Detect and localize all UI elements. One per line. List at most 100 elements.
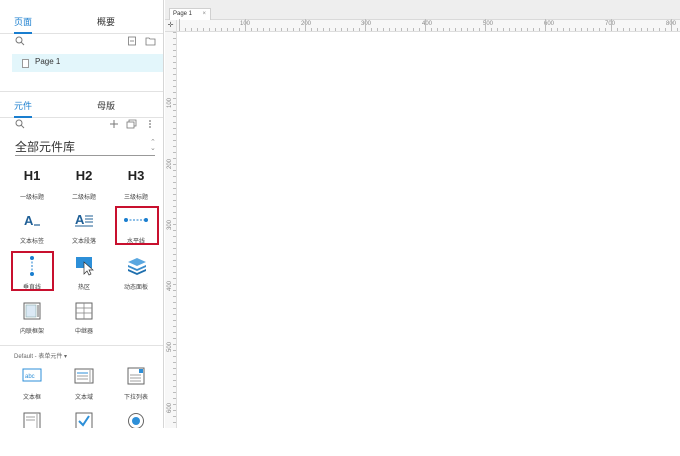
ruler-h-tick [647, 28, 648, 31]
ruler-v-tick [173, 398, 176, 399]
widget-heading-1[interactable]: H1 一级标题 [12, 166, 52, 206]
ruler-h-tick [317, 28, 318, 31]
widget-label: 中继器 [74, 329, 93, 335]
tab-page-1[interactable]: Page 1 × [169, 8, 211, 20]
widget-hotspot[interactable]: 热区 [64, 256, 104, 296]
ruler-v-tick [173, 302, 176, 303]
ruler-h-tick [299, 28, 300, 31]
widget-text-field[interactable]: abc 文本框 [12, 366, 52, 406]
ruler-v-tick [173, 176, 176, 177]
text-area-icon [74, 368, 94, 384]
ruler-h-tick [497, 28, 498, 31]
ruler-v-tick [173, 116, 176, 117]
ruler-v-tick [173, 374, 176, 375]
tab-masters[interactable]: 母版 [97, 96, 115, 118]
widget-label: 热区 [77, 285, 90, 291]
widget-checkbox[interactable] [64, 410, 104, 428]
ruler-h-tick [209, 28, 210, 31]
ruler-v-tick [173, 218, 176, 219]
ruler-v-tick [173, 110, 176, 111]
bottom-blank-area [0, 428, 680, 456]
ruler-h-tick [641, 28, 642, 31]
ruler-v-tick [173, 236, 176, 237]
ruler-v-tick [173, 68, 176, 69]
add-page-icon[interactable] [126, 36, 138, 48]
ruler-h-tick [635, 28, 636, 31]
ruler-h-tick [395, 28, 396, 31]
ruler-h-tick [677, 28, 678, 31]
vertical-ruler[interactable]: 100 200 300 400 500 600 [165, 32, 177, 428]
ruler-v-tick [173, 134, 176, 135]
text-paragraph-icon: A [75, 212, 93, 227]
search-icon[interactable] [14, 119, 26, 131]
hotspot-icon [76, 257, 94, 276]
ruler-v-tick [173, 206, 176, 207]
ruler-v-tick [173, 362, 176, 363]
ruler-h-tick [461, 28, 462, 31]
widget-text-area[interactable]: 文本域 [64, 366, 104, 406]
tab-pages[interactable]: 页面 [14, 12, 33, 34]
widget-heading-2[interactable]: H2 二级标题 [64, 166, 104, 206]
svg-text:A: A [24, 213, 34, 228]
section-divider [0, 345, 163, 346]
text-field-icon: abc [22, 368, 42, 382]
ruler-v-tick [173, 92, 176, 93]
ruler-h-tick [431, 28, 432, 31]
ruler-h-tick [671, 19, 672, 31]
page-item-page-1[interactable]: Page 1 [12, 54, 163, 72]
library-select[interactable]: 全部元件库 [15, 138, 155, 156]
library-manage-icon[interactable] [125, 119, 137, 131]
widget-dropdown-list[interactable]: 下拉列表 [116, 366, 156, 406]
ruler-v-tick [173, 230, 176, 231]
tab-outline[interactable]: 概要 [97, 12, 115, 34]
ruler-h-tick [305, 19, 306, 31]
form-widgets-section-label[interactable]: Default - 表单元件 ▾ [14, 351, 67, 360]
ruler-h-tick [287, 28, 288, 31]
ruler-v-tick [173, 272, 176, 273]
ruler-h-tick [347, 28, 348, 31]
ruler-h-tick [515, 28, 516, 31]
widget-inline-frame[interactable]: 内联框架 [12, 300, 52, 340]
ruler-h-tick [407, 28, 408, 31]
ruler-v-tick [173, 248, 176, 249]
widget-list-box[interactable] [12, 410, 52, 428]
h1-icon: H1 [23, 168, 41, 183]
ruler-v-tick [173, 152, 176, 153]
widget-text-paragraph[interactable]: A 文本段落 [64, 210, 104, 250]
svg-text:abc: abc [25, 374, 35, 380]
ruler-h-tick [275, 28, 276, 31]
horizontal-ruler[interactable]: 100 200 300 400 500 600 700 800 [177, 19, 680, 32]
ruler-h-label: 700 [605, 21, 616, 27]
ruler-h-tick [581, 28, 582, 31]
add-library-icon[interactable] [108, 119, 120, 131]
ruler-v-tick [173, 74, 176, 75]
ruler-h-label: 200 [301, 21, 312, 27]
widget-text-label[interactable]: A 文本标签 [12, 210, 52, 250]
ruler-h-tick [239, 28, 240, 31]
ruler-h-tick [587, 28, 588, 31]
ruler-v-tick [173, 56, 176, 57]
add-folder-icon[interactable] [144, 36, 156, 48]
close-icon[interactable]: × [202, 9, 206, 20]
more-options-icon[interactable] [144, 119, 156, 131]
ruler-h-tick [449, 28, 450, 31]
ruler-v-tick [173, 242, 176, 243]
ruler-origin-icon[interactable]: ✛ [165, 20, 177, 32]
ruler-v-tick [173, 86, 176, 87]
search-icon[interactable] [14, 36, 26, 48]
widget-heading-3[interactable]: H3 三级标题 [116, 166, 156, 206]
widget-label: 三级标题 [123, 195, 148, 201]
ruler-h-tick [413, 28, 414, 31]
widget-radio-button[interactable] [116, 410, 156, 428]
tab-widgets[interactable]: 元件 [14, 96, 33, 118]
widget-label: 一级标题 [19, 195, 44, 201]
ruler-h-tick [389, 28, 390, 31]
widget-repeater[interactable]: 中继器 [64, 300, 104, 340]
canvas-area[interactable]: Page 1 × ✛ 100 200 300 400 500 600 700 8… [165, 0, 680, 428]
ruler-h-tick [539, 28, 540, 31]
ruler-h-tick [467, 28, 468, 31]
widget-label: 文本段落 [71, 239, 96, 245]
ruler-h-tick [335, 28, 336, 31]
widget-dynamic-panel[interactable]: 动态面板 [116, 256, 156, 296]
ruler-h-tick [605, 28, 606, 31]
